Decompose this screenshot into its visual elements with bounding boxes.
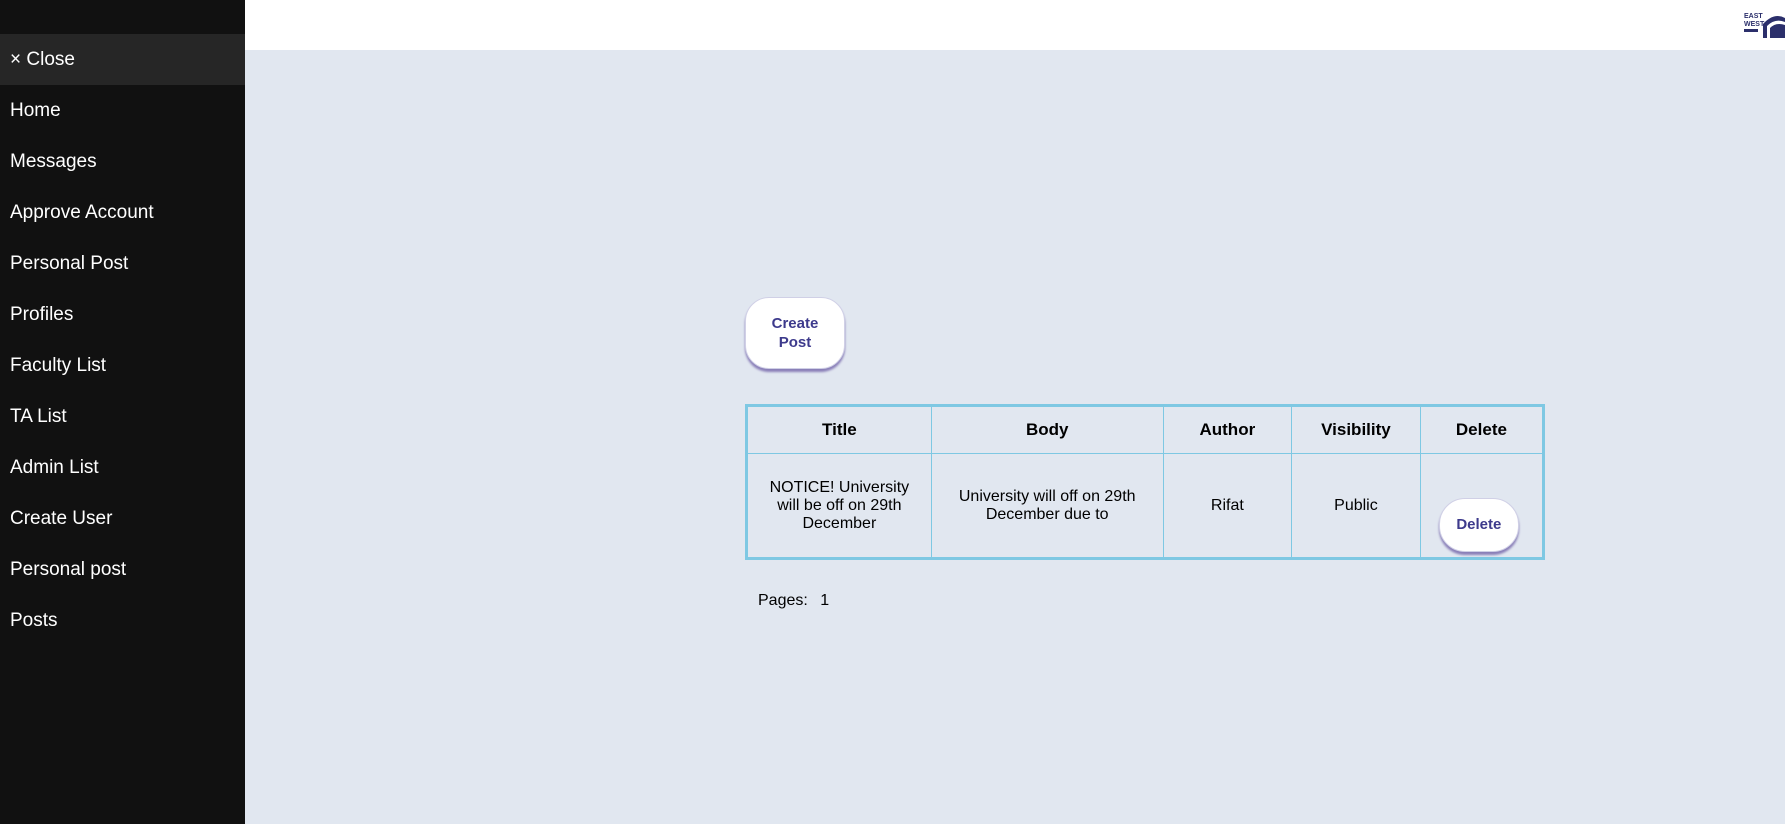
post-delete-cell: Delete [1419, 453, 1545, 559]
column-header-author: Author [1162, 405, 1293, 454]
sidebar-item-admin-list[interactable]: Admin List [0, 442, 245, 493]
post-author-cell: Rifat [1162, 453, 1293, 559]
column-header-body: Body [930, 405, 1164, 454]
close-sidebar-button[interactable]: × Close [0, 34, 245, 85]
column-header-delete: Delete [1419, 405, 1545, 454]
sidebar-item-messages[interactable]: Messages [0, 136, 245, 187]
post-title-cell: NOTICE! University will be off on 29th D… [746, 453, 932, 559]
page-link-1[interactable]: 1 [820, 592, 829, 609]
posts-table: Title Body Author Visibility Delete NOTI… [745, 404, 1545, 560]
university-logo-icon: EAST WEST [1744, 13, 1785, 38]
table-header-row: Title Body Author Visibility Delete [746, 405, 1545, 454]
sidebar-item-create-user[interactable]: Create User [0, 493, 245, 544]
sidebar-item-ta-list[interactable]: TA List [0, 391, 245, 442]
sidebar-item-approve-account[interactable]: Approve Account [0, 187, 245, 238]
sidebar: × Close Home Messages Approve Account Pe… [0, 0, 245, 824]
pagination: Pages: 1 [758, 592, 829, 610]
column-header-title: Title [746, 405, 932, 454]
sidebar-item-personal-post[interactable]: Personal Post [0, 238, 245, 289]
column-header-visibility: Visibility [1291, 405, 1421, 454]
sidebar-item-home[interactable]: Home [0, 85, 245, 136]
sidebar-item-profiles[interactable]: Profiles [0, 289, 245, 340]
sidebar-item-faculty-list[interactable]: Faculty List [0, 340, 245, 391]
top-bar: EAST WEST [245, 0, 1785, 50]
delete-post-button[interactable]: Delete [1438, 497, 1519, 552]
post-visibility-cell: Public [1291, 453, 1421, 559]
table-row: NOTICE! University will be off on 29th D… [746, 453, 1545, 559]
svg-text:WEST: WEST [1744, 21, 1765, 28]
sidebar-item-posts[interactable]: Posts [0, 595, 245, 646]
sidebar-item-personal-post-2[interactable]: Personal post [0, 544, 245, 595]
university-logo[interactable]: EAST WEST [1743, 10, 1785, 38]
post-body-cell: University will off on 29th December due… [930, 453, 1164, 559]
svg-text:EAST: EAST [1744, 13, 1763, 20]
pagination-label: Pages: [758, 592, 808, 609]
sidebar-nav: Home Messages Approve Account Personal P… [0, 85, 245, 646]
create-post-button[interactable]: Create Post [745, 297, 845, 369]
